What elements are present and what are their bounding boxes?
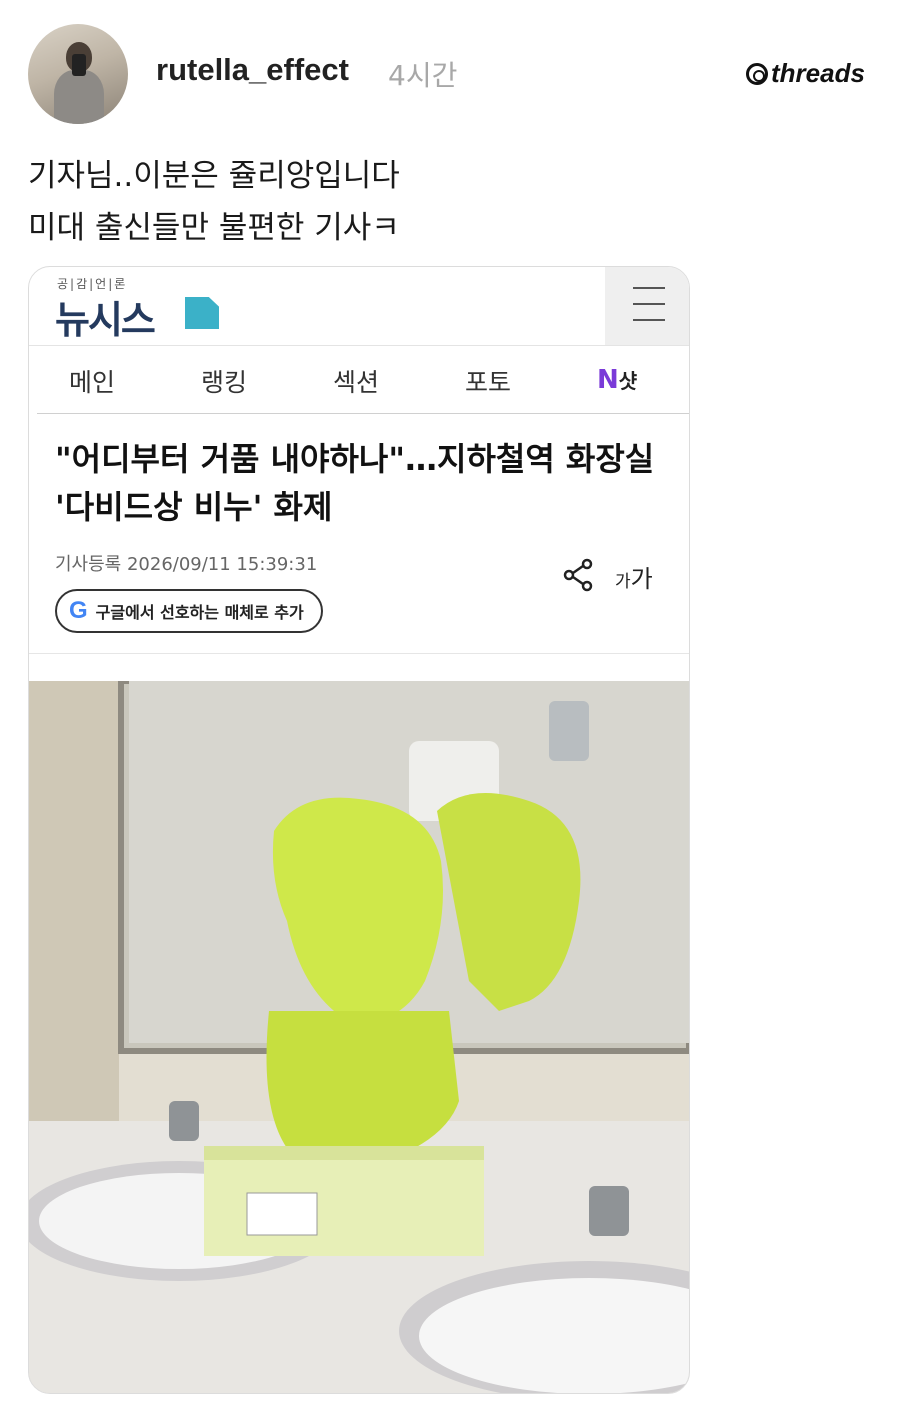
nshot-n: N [597,365,619,395]
share-icon[interactable] [561,557,597,593]
news-logo: 뉴시스 [55,298,156,342]
article-photo [29,681,689,1393]
news-screenshot-card[interactable]: 공|감|언|론 뉴시스 메인 랭킹 섹션 포토 N샷 "어디부터 거품 내야하나… [28,266,690,1394]
article-headline: "어디부터 거품 내야하나"…지하철역 화장실 '다비드상 비누' 화제 [55,440,655,526]
nshot-shot: 샷 [618,369,638,393]
font-size-button[interactable]: 가가 [615,559,653,594]
nav-item-ranking[interactable]: 랭킹 [201,363,247,399]
google-preferred-source-button[interactable]: G 구글에서 선호하는 매체로 추가 [55,589,323,633]
threads-logo: threads [746,58,865,89]
hamburger-menu-icon[interactable] [605,267,689,345]
news-nav: 메인 랭킹 섹션 포토 N샷 [37,347,689,414]
nav-item-nshot[interactable]: N샷 [597,365,637,395]
post-text-line-2: 미대 출신들만 불편한 기사ㅋ [28,210,400,246]
nav-item-section[interactable]: 섹션 [333,363,379,399]
font-size-big: 가 [630,565,653,593]
google-button-label: 구글에서 선호하는 매체로 추가 [95,603,304,622]
nav-item-photo[interactable]: 포토 [465,363,511,399]
post-time: 4시간 [388,59,458,92]
threads-icon [746,62,768,85]
avatar[interactable] [28,24,128,124]
username[interactable]: rutella_effect [156,52,349,88]
post-text-line-1: 기자님..이분은 쥴리앙입니다 [28,158,400,194]
nav-item-main[interactable]: 메인 [69,363,115,399]
news-logo-mark [185,297,219,329]
divider [29,653,689,654]
threads-wordmark: threads [771,58,865,88]
article-date: 기사등록 2026/09/11 15:39:31 [55,554,318,575]
news-header: 공|감|언|론 뉴시스 [29,267,689,346]
google-icon: G [69,597,88,624]
font-size-small: 가 [615,572,631,592]
